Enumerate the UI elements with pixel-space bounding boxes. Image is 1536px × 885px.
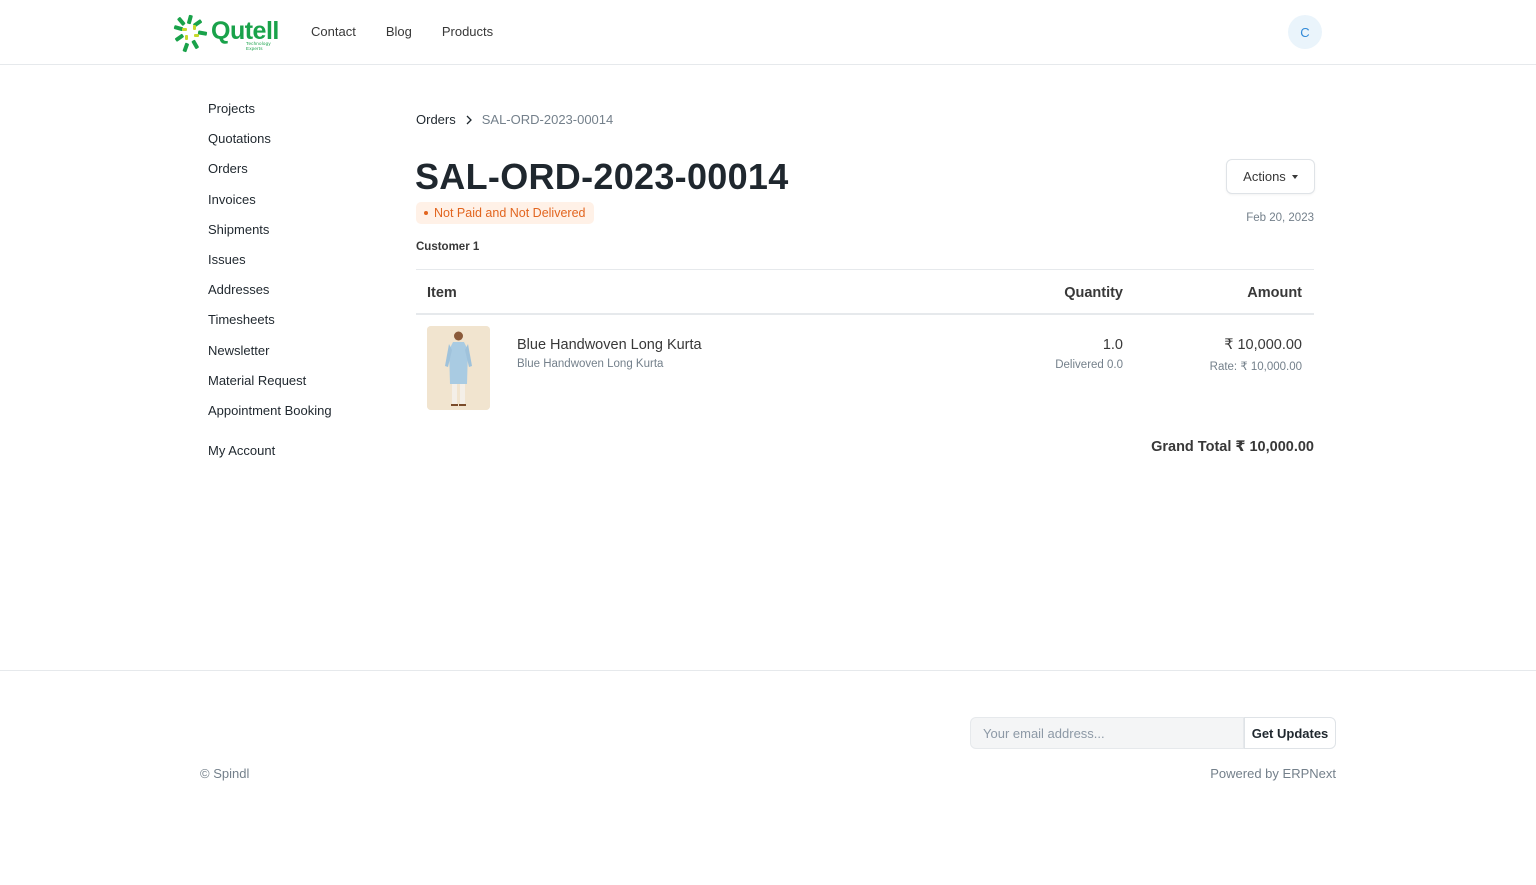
column-header-quantity: Quantity — [1064, 285, 1123, 301]
footer: Get Updates © Spindl Powered by ERPNext — [0, 670, 1536, 885]
caret-down-icon — [1291, 174, 1298, 179]
powered-by-link[interactable]: Powered by ERPNext — [1210, 766, 1336, 781]
status-badge: Not Paid and Not Delivered — [416, 202, 595, 224]
email-field[interactable] — [970, 717, 1244, 749]
brand-tagline: Technology Experts — [246, 41, 271, 51]
sidebar-item-shipments[interactable]: Shipments — [208, 222, 332, 252]
sidebar-item-addresses[interactable]: Addresses — [208, 282, 332, 312]
item-amount: ₹ 10,000.00 — [1224, 337, 1302, 353]
table-row: Blue Handwoven Long Kurta Blue Handwoven… — [416, 315, 1314, 425]
item-rate: Rate: ₹ 10,000.00 — [1209, 361, 1302, 373]
sidebar-item-my-account[interactable]: My Account — [208, 443, 332, 473]
actions-dropdown-button[interactable]: Actions — [1226, 159, 1315, 194]
item-quantity: 1.0 — [1102, 337, 1123, 353]
order-date: Feb 20, 2023 — [1246, 212, 1314, 224]
sidebar-item-orders[interactable]: Orders — [208, 161, 332, 191]
sidebar-item-timesheets[interactable]: Timesheets — [208, 312, 332, 342]
chevron-right-icon — [466, 115, 472, 124]
grand-total: Grand Total ₹ 10,000.00 — [1151, 439, 1314, 455]
breadcrumb-orders-link[interactable]: Orders — [416, 112, 456, 127]
product-image[interactable] — [427, 326, 490, 410]
item-description: Blue Handwoven Long Kurta — [517, 358, 664, 370]
sidebar-item-invoices[interactable]: Invoices — [208, 192, 332, 222]
breadcrumb-current: SAL-ORD-2023-00014 — [481, 112, 614, 127]
sidebar-item-appointment-booking[interactable]: Appointment Booking — [208, 403, 332, 433]
sidebar-item-newsletter[interactable]: Newsletter — [208, 343, 332, 373]
grand-total-label: Grand Total — [1151, 439, 1232, 455]
user-avatar[interactable]: C — [1288, 15, 1322, 49]
brand-logo[interactable]: Qutell Technology Experts — [172, 12, 288, 56]
item-name: Blue Handwoven Long Kurta — [517, 337, 702, 353]
item-delivered: Delivered 0.0 — [1055, 359, 1123, 371]
get-updates-button[interactable]: Get Updates — [1244, 717, 1336, 749]
copyright-text: © Spindl — [200, 766, 250, 781]
sidebar-item-projects[interactable]: Projects — [208, 101, 332, 131]
top-navbar: Qutell Technology Experts Contact Blog P… — [0, 0, 1536, 65]
items-table: Item Quantity Amount Blue Handwoven Long… — [416, 269, 1314, 425]
status-text: Not Paid and Not Delivered — [434, 206, 586, 220]
nav-link-products[interactable]: Products — [442, 24, 493, 39]
table-header: Item Quantity Amount — [416, 269, 1314, 315]
main-nav: Contact Blog Products — [311, 24, 523, 39]
sidebar: Projects Quotations Orders Invoices Ship… — [208, 101, 332, 473]
nav-link-blog[interactable]: Blog — [386, 24, 412, 39]
sidebar-item-issues[interactable]: Issues — [208, 252, 332, 282]
customer-name: Customer 1 — [416, 241, 480, 253]
status-dot-icon — [424, 211, 428, 215]
page-title: SAL-ORD-2023-00014 — [415, 156, 789, 197]
logo-mark-icon — [173, 14, 208, 53]
breadcrumb: Orders SAL-ORD-2023-00014 — [416, 112, 613, 127]
nav-link-contact[interactable]: Contact — [311, 24, 356, 39]
brand-name: Qutell — [211, 16, 279, 45]
sidebar-item-material-request[interactable]: Material Request — [208, 373, 332, 403]
column-header-amount: Amount — [1247, 285, 1302, 301]
sidebar-item-quotations[interactable]: Quotations — [208, 131, 332, 161]
column-header-item: Item — [427, 285, 457, 301]
actions-label: Actions — [1243, 169, 1286, 184]
grand-total-value: ₹ 10,000.00 — [1235, 439, 1314, 455]
kurta-figure-icon — [427, 326, 490, 410]
